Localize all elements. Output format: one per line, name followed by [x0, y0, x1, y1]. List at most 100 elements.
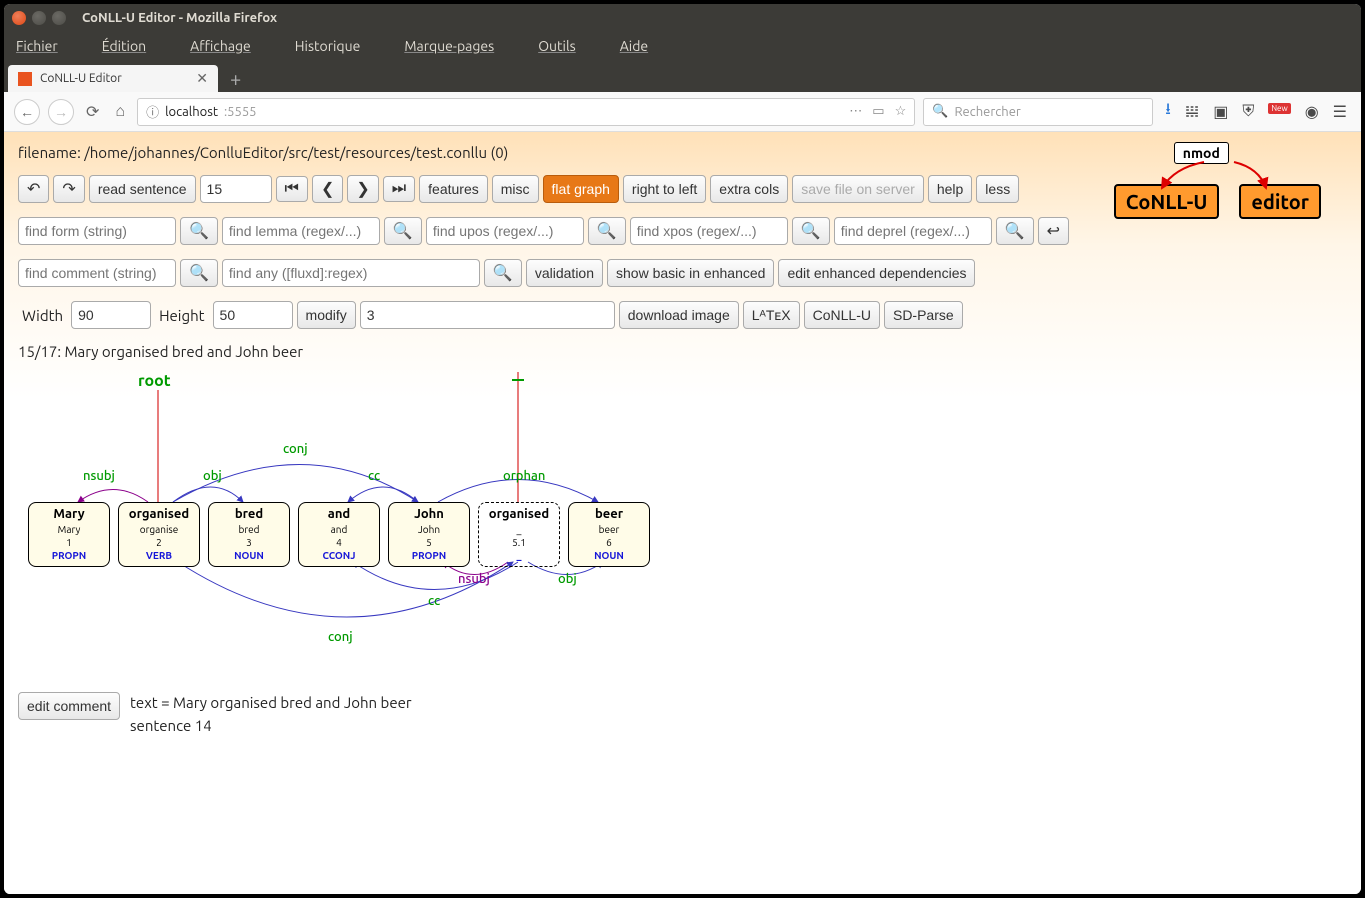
- save-button[interactable]: save file on server: [792, 175, 924, 203]
- window-close-button[interactable]: [12, 11, 26, 25]
- find-lemma-input[interactable]: [222, 217, 380, 245]
- rtl-button[interactable]: right to left: [623, 175, 706, 203]
- find-xpos-input[interactable]: [630, 217, 788, 245]
- find-form-search-button[interactable]: 🔍: [180, 217, 218, 245]
- edit-comment-button[interactable]: edit comment: [18, 692, 120, 720]
- find-lemma-search-button[interactable]: 🔍: [384, 217, 422, 245]
- hamburger-menu-icon[interactable]: ☰: [1333, 102, 1347, 121]
- window-minimize-button[interactable]: [32, 11, 46, 25]
- extra-cols-button[interactable]: extra cols: [710, 175, 788, 203]
- nav-forward-button[interactable]: →: [48, 99, 74, 125]
- bookmark-star-icon[interactable]: ☆: [895, 104, 907, 119]
- find-upos-search-button[interactable]: 🔍: [588, 217, 626, 245]
- redo-button[interactable]: ↷: [53, 175, 84, 203]
- nav-back-button[interactable]: ←: [14, 99, 40, 125]
- less-button[interactable]: less: [976, 175, 1019, 203]
- find-deprel-input[interactable]: [834, 217, 992, 245]
- conllu-button[interactable]: CoNLL-U: [804, 301, 880, 329]
- token-lemma: _: [481, 523, 557, 536]
- profile-icon[interactable]: ◉: [1305, 102, 1319, 121]
- features-button[interactable]: features: [419, 175, 488, 203]
- token-node[interactable]: organisedorganise2VERB: [118, 502, 200, 567]
- reader-icon[interactable]: ▭: [872, 104, 884, 119]
- token-pos: PROPN: [31, 549, 107, 562]
- height-input[interactable]: [213, 301, 293, 329]
- next-button[interactable]: ❯: [347, 175, 378, 203]
- validation-button[interactable]: validation: [526, 259, 603, 287]
- url-input[interactable]: ⓘ localhost:5555 ⋯ ▭ ☆: [137, 98, 915, 126]
- find-upos-input[interactable]: [426, 217, 584, 245]
- browser-tab[interactable]: CoNLL-U Editor ✕: [8, 65, 218, 92]
- tab-close-icon[interactable]: ✕: [196, 70, 208, 87]
- token-node[interactable]: JohnJohn5PROPN: [388, 502, 470, 567]
- nav-reload-button[interactable]: ⟳: [82, 102, 103, 121]
- token-node[interactable]: beerbeer6NOUN: [568, 502, 650, 567]
- prev-button[interactable]: ❮: [312, 175, 343, 203]
- find-form-input[interactable]: [18, 217, 176, 245]
- menu-tools[interactable]: Outils: [538, 38, 598, 54]
- find-xpos-search-button[interactable]: 🔍: [792, 217, 830, 245]
- dependency-label[interactable]: conj: [328, 630, 353, 644]
- sdparse-button[interactable]: SD-Parse: [884, 301, 963, 329]
- find-comment-search-button[interactable]: 🔍: [180, 259, 218, 287]
- dependency-label[interactable]: conj: [283, 442, 308, 456]
- first-button[interactable]: ⏮: [276, 176, 308, 202]
- token-node[interactable]: andand4CCONJ: [298, 502, 380, 567]
- help-button[interactable]: help: [928, 175, 972, 203]
- token-node[interactable]: MaryMary1PROPN: [28, 502, 110, 567]
- image-num-input[interactable]: [360, 301, 615, 329]
- download-image-button[interactable]: download image: [619, 301, 739, 329]
- width-label: Width: [18, 307, 67, 324]
- token-lemma: bred: [211, 523, 287, 536]
- read-sentence-button[interactable]: read sentence: [89, 175, 196, 203]
- search-placeholder: Rechercher: [954, 105, 1020, 119]
- edit-enhanced-button[interactable]: edit enhanced dependencies: [778, 259, 975, 287]
- find-deprel-search-button[interactable]: 🔍: [996, 217, 1034, 245]
- library-icon[interactable]: 𝍐: [1185, 102, 1199, 121]
- menu-history[interactable]: Historique: [295, 38, 383, 54]
- find-any-search-button[interactable]: 🔍: [484, 259, 522, 287]
- undo-button[interactable]: ↶: [18, 175, 49, 203]
- menu-edit[interactable]: Édition: [102, 38, 168, 54]
- token-form: John: [391, 506, 467, 523]
- notification-icon[interactable]: New: [1268, 103, 1290, 121]
- last-button[interactable]: ⏭: [383, 176, 415, 202]
- token-pos: NOUN: [211, 549, 287, 562]
- sentence-number-input[interactable]: [200, 175, 272, 203]
- new-tab-button[interactable]: +: [218, 65, 253, 92]
- find-back-button[interactable]: ↩: [1038, 217, 1069, 245]
- token-index: 2: [121, 536, 197, 549]
- dependency-label[interactable]: orphan: [503, 469, 545, 483]
- token-lemma: beer: [571, 523, 647, 536]
- search-input[interactable]: 🔍 Rechercher: [923, 98, 1153, 126]
- token-node[interactable]: organised_5.1_: [478, 502, 560, 567]
- dependency-label[interactable]: cc: [428, 594, 440, 608]
- dependency-label[interactable]: obj: [203, 469, 222, 483]
- menu-file[interactable]: Fichier: [16, 38, 80, 54]
- menu-help[interactable]: Aide: [620, 38, 670, 54]
- dependency-label[interactable]: obj: [558, 572, 577, 586]
- dependency-label[interactable]: nsubj: [458, 572, 490, 586]
- token-node[interactable]: bredbred3NOUN: [208, 502, 290, 567]
- shield-icon[interactable]: ⛨: [1242, 102, 1254, 121]
- latex-button[interactable]: LᴬTᴇX: [743, 301, 800, 329]
- width-input[interactable]: [71, 301, 151, 329]
- show-basic-button[interactable]: show basic in enhanced: [607, 259, 774, 287]
- dependency-graph[interactable]: root: [18, 372, 718, 672]
- find-comment-input[interactable]: [18, 259, 176, 287]
- info-icon[interactable]: ⓘ: [146, 102, 159, 121]
- dependency-label[interactable]: nsubj: [83, 469, 115, 483]
- flat-graph-button[interactable]: flat graph: [543, 175, 619, 203]
- tab-title: CoNLL-U Editor: [40, 72, 122, 85]
- downloads-icon[interactable]: ⭳: [1165, 98, 1171, 125]
- modify-button[interactable]: modify: [297, 301, 356, 329]
- dependency-label[interactable]: cc: [368, 469, 380, 483]
- page-action-icon[interactable]: ⋯: [849, 104, 862, 119]
- window-maximize-button[interactable]: [52, 11, 66, 25]
- misc-button[interactable]: misc: [492, 175, 539, 203]
- menu-bookmarks[interactable]: Marque-pages: [404, 38, 516, 54]
- sidebar-icon[interactable]: ▣: [1213, 102, 1228, 121]
- find-any-input[interactable]: [222, 259, 480, 287]
- menu-view[interactable]: Affichage: [190, 38, 273, 54]
- nav-home-button[interactable]: ⌂: [111, 102, 129, 121]
